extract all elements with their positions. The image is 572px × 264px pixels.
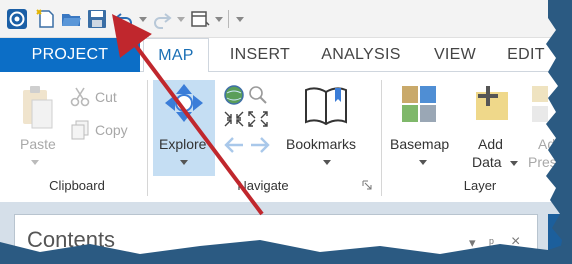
- previous-extent-icon[interactable]: [223, 134, 245, 156]
- explore-icon[interactable]: [163, 82, 205, 124]
- ribbon-tabs: PROJECT MAP INSERT ANALYSIS VIEW EDIT: [0, 38, 572, 73]
- new-project-icon[interactable]: [35, 8, 57, 30]
- quick-access-toolbar: [0, 0, 572, 38]
- ribbon-panel: Paste Cut Copy Clipboard Explore Bookmar…: [0, 72, 572, 202]
- bookmarks-icon[interactable]: [303, 84, 349, 126]
- navigate-group-label: Navigate: [237, 178, 289, 193]
- tab-insert[interactable]: INSERT: [216, 38, 304, 72]
- tab-edit[interactable]: EDIT: [494, 38, 558, 72]
- tab-project[interactable]: PROJECT: [0, 38, 140, 72]
- add-preset-icon[interactable]: [528, 84, 568, 124]
- bookmarks-dropdown-icon[interactable]: [323, 160, 331, 165]
- explore-dropdown-icon[interactable]: [180, 160, 188, 165]
- tab-map[interactable]: MAP: [143, 38, 209, 73]
- undo-dropdown-icon[interactable]: [139, 17, 147, 22]
- full-extent-icon[interactable]: [223, 84, 245, 106]
- bookmarks-label[interactable]: Bookmarks: [286, 136, 356, 152]
- arcgis-app-icon[interactable]: [6, 8, 28, 30]
- copy-label[interactable]: Copy: [95, 122, 128, 138]
- customize-toolbar-icon[interactable]: [236, 17, 244, 22]
- add-preset-label-line2[interactable]: Prese: [528, 154, 565, 170]
- toolbar-divider: [228, 10, 229, 28]
- add-data-icon[interactable]: [470, 84, 512, 124]
- side-pane-tab[interactable]: [548, 214, 566, 264]
- zoom-to-selection-icon[interactable]: [247, 84, 269, 106]
- add-preset-label-line1[interactable]: Add: [538, 136, 563, 152]
- add-data-dropdown-icon[interactable]: [510, 161, 518, 166]
- basemap-label[interactable]: Basemap: [390, 136, 449, 152]
- redo-dropdown-icon[interactable]: [177, 17, 185, 22]
- open-project-icon[interactable]: [60, 8, 82, 30]
- layer-group-label: Layer: [463, 178, 497, 193]
- fixed-zoom-in-icon[interactable]: [223, 110, 245, 128]
- cut-label[interactable]: Cut: [95, 89, 117, 105]
- explore-label: Explore: [159, 136, 207, 152]
- window-layout-icon[interactable]: [189, 8, 211, 30]
- cut-icon[interactable]: [69, 86, 91, 108]
- group-divider: [147, 80, 148, 196]
- undo-icon[interactable]: [113, 8, 135, 30]
- tab-analysis[interactable]: ANALYSIS: [306, 38, 416, 72]
- dialog-launcher-icon[interactable]: [362, 180, 372, 190]
- fixed-zoom-out-icon[interactable]: [247, 110, 269, 128]
- next-extent-icon[interactable]: [249, 134, 271, 156]
- add-data-label-line2[interactable]: Data: [472, 154, 502, 170]
- basemap-dropdown-icon[interactable]: [419, 160, 427, 165]
- contents-pane-title: Contents: [27, 227, 116, 252]
- layout-dropdown-icon[interactable]: [215, 17, 223, 22]
- arcgis-pro-ribbon-screenshot: PROJECT MAP INSERT ANALYSIS VIEW EDIT Pa…: [0, 0, 572, 264]
- clipboard-group-label: Clipboard: [49, 178, 105, 193]
- contents-pane: Contents ▾ ᵖ ×: [14, 214, 538, 264]
- pin-pane-icon[interactable]: ᵖ: [489, 235, 494, 250]
- paste-label: Paste: [20, 136, 56, 152]
- group-divider: [381, 80, 382, 196]
- close-pane-icon[interactable]: ×: [511, 233, 520, 251]
- paste-icon[interactable]: [20, 84, 54, 136]
- tab-view[interactable]: VIEW: [418, 38, 492, 72]
- paste-dropdown-icon[interactable]: [31, 160, 39, 165]
- redo-icon[interactable]: [151, 8, 173, 30]
- pane-options-icon[interactable]: ▾: [469, 235, 476, 251]
- save-project-icon[interactable]: [86, 8, 108, 30]
- basemap-icon[interactable]: [400, 84, 438, 124]
- add-data-label-line1[interactable]: Add: [478, 136, 503, 152]
- copy-icon[interactable]: [69, 119, 91, 141]
